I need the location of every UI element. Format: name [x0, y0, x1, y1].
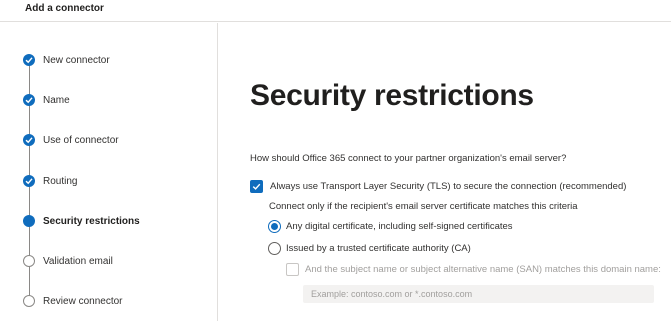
page-title: Security restrictions — [250, 79, 534, 112]
connection-question: How should Office 365 connect to your pa… — [250, 153, 567, 164]
check-circle-icon — [23, 94, 35, 106]
step-label: Security restrictions — [43, 215, 140, 227]
step-label: Use of connector — [43, 134, 119, 146]
trusted-ca-radio[interactable] — [268, 242, 281, 255]
trusted-ca-label[interactable]: Issued by a trusted certificate authorit… — [286, 243, 471, 254]
step-label: Validation email — [43, 255, 113, 267]
step-review-connector[interactable]: Review connector — [23, 294, 122, 308]
empty-circle-icon — [23, 255, 35, 267]
main-content: Security restrictions How should Office … — [219, 23, 671, 321]
check-circle-icon — [23, 54, 35, 66]
header-bar: Add a connector — [0, 0, 671, 22]
tls-checkbox[interactable] — [250, 180, 263, 193]
check-circle-icon — [23, 175, 35, 187]
san-checkbox[interactable] — [286, 263, 299, 276]
step-new-connector[interactable]: New connector — [23, 53, 110, 67]
step-security-restrictions[interactable]: Security restrictions — [23, 214, 140, 228]
san-checkbox-label: And the subject name or subject alternat… — [305, 264, 661, 275]
domain-name-input[interactable] — [303, 285, 654, 303]
wizard-title: Add a connector — [25, 3, 104, 14]
step-label: New connector — [43, 54, 110, 66]
empty-circle-icon — [23, 295, 35, 307]
step-routing[interactable]: Routing — [23, 174, 77, 188]
check-circle-icon — [23, 134, 35, 146]
any-certificate-label[interactable]: Any digital certificate, including self-… — [286, 221, 513, 232]
step-name[interactable]: Name — [23, 93, 70, 107]
wizard-stepper: New connector Name Use of connector Rout… — [0, 23, 218, 321]
step-label: Review connector — [43, 295, 123, 307]
add-connector-wizard: Add a connector New connector Name Use o… — [0, 0, 671, 321]
step-validation-email[interactable]: Validation email — [23, 254, 113, 268]
criteria-text: Connect only if the recipient's email se… — [269, 201, 578, 212]
checkmark-icon — [252, 183, 261, 190]
step-label: Routing — [43, 175, 78, 187]
step-label: Name — [43, 94, 70, 106]
step-use-of-connector[interactable]: Use of connector — [23, 133, 119, 147]
current-step-dot-icon — [23, 215, 35, 227]
tls-checkbox-label[interactable]: Always use Transport Layer Security (TLS… — [270, 181, 626, 192]
any-certificate-radio[interactable] — [268, 220, 281, 233]
